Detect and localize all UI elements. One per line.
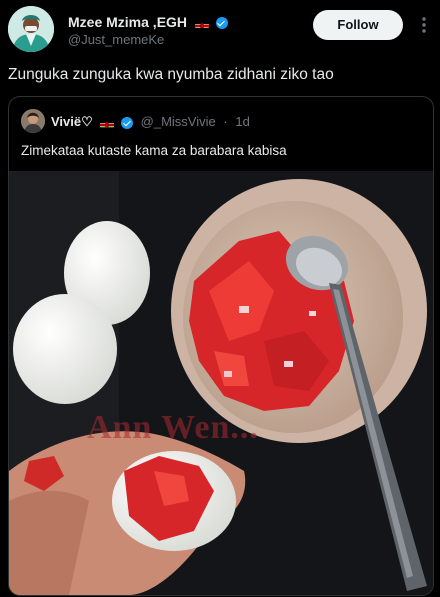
author-handle[interactable]: @Just_memeKe [68,32,164,47]
photo-watermark: Ann Wen... [87,409,259,446]
quoted-author-row[interactable]: Viviё♡ @_MissVivie · 1d [51,114,250,130]
author-avatar[interactable] [8,6,54,52]
quoted-post-time[interactable]: 1d [235,114,249,129]
quoted-post-photo[interactable]: Ann Wen... [9,171,433,595]
quoted-post-text: Zimekataa kutaste kama za barabara kabis… [21,143,287,158]
quoted-post[interactable]: Viviё♡ @_MissVivie · 1d Zimekataa kutast… [8,96,434,596]
quoted-author-name[interactable]: Viviё♡ [51,114,93,129]
author-name-row[interactable]: Mzee Mzima ,EGH [68,14,228,30]
post-text: Zunguka zunguka kwa nyumba zidhani ziko … [8,66,334,83]
more-options-icon[interactable] [416,14,432,36]
post-header: Mzee Mzima ,EGH @Just_memeKe Follow [0,0,440,62]
dot-separator: · [223,114,228,129]
kenya-flag-icon [194,18,209,29]
author-name[interactable]: Mzee Mzima ,EGH [68,14,187,30]
quoted-author-handle[interactable]: @_MissVivie [141,114,216,129]
verified-badge-icon [215,17,228,30]
quoted-author-avatar[interactable] [21,109,45,133]
kenya-flag-icon [100,118,115,128]
follow-button[interactable]: Follow [313,10,403,40]
verified-badge-icon [121,116,134,129]
